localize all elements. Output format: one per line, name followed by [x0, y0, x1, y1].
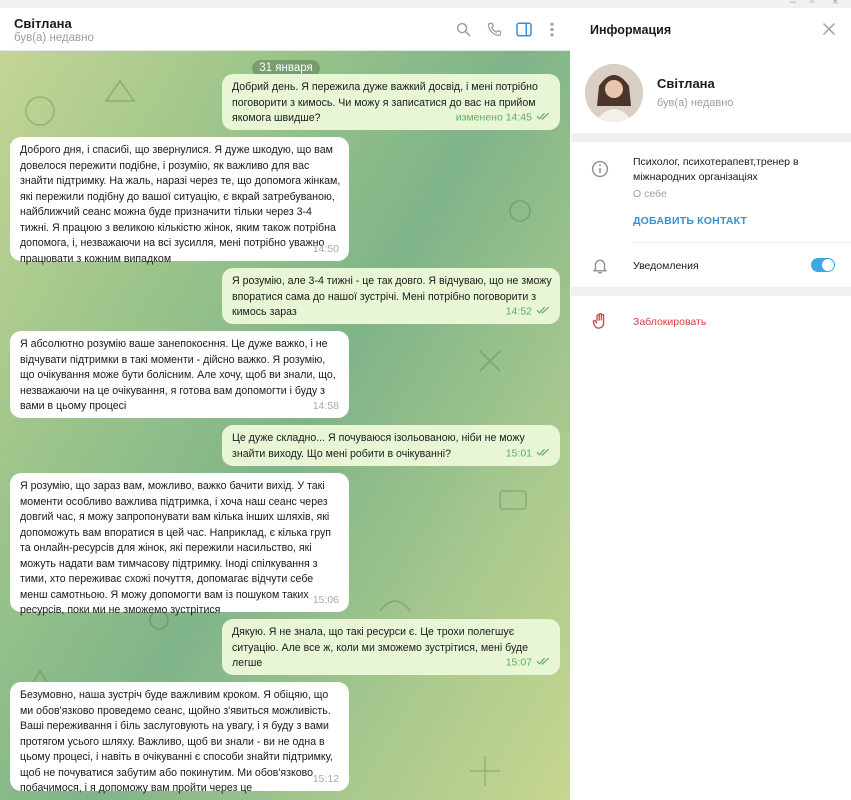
message-bubble-outgoing[interactable]: Це дуже складно... Я почуваюся ізольован… — [222, 425, 560, 466]
message-meta: 15:07 — [506, 655, 550, 671]
close-icon[interactable] — [821, 21, 837, 37]
sidebar-toggle-icon[interactable] — [515, 20, 533, 38]
chat-contact-name[interactable]: Світлана — [14, 16, 72, 31]
profile-name: Світлана — [657, 76, 715, 91]
message-bubble-incoming[interactable]: Доброго дня, і спасибі, що звернулися. Я… — [10, 137, 349, 265]
message-time: 15:01 — [505, 447, 532, 460]
info-panel: Информация Світлана був(а) недавно Психо… — [571, 8, 851, 800]
message-list[interactable]: 31 января Добрий день. Я пережила дуже в… — [0, 51, 570, 800]
phone-icon[interactable] — [485, 20, 503, 38]
message-meta: изменено 14:45 — [456, 110, 550, 126]
add-contact-button[interactable]: ДОБАВИТЬ КОНТАКТ — [633, 215, 747, 227]
message-time: 14:52 — [505, 305, 532, 318]
message-bubble-incoming[interactable]: Я розумію, що зараз вам, можливо, важко … — [10, 473, 349, 616]
notifications-label: Уведомления — [633, 260, 699, 272]
message-meta: 15:01 — [506, 446, 550, 462]
message-text: Я розумію, що зараз вам, можливо, важко … — [20, 480, 332, 616]
message-text: Дякую. Я не знала, що такі ресурси є. Це… — [232, 626, 528, 669]
search-icon[interactable] — [454, 20, 472, 38]
message-text: Я абсолютно розумію ваше занепокоєння. Ц… — [20, 338, 336, 412]
message-text: Це дуже складно... Я почуваюся ізольован… — [232, 432, 525, 460]
message-text: Безумовно, наша зустріч буде важливим кр… — [20, 689, 333, 794]
block-user-button[interactable]: Заблокировать — [633, 316, 706, 328]
section-divider — [571, 287, 851, 296]
message-time: изменено 14:45 — [455, 111, 532, 124]
avatar[interactable] — [585, 64, 643, 122]
message-bubble-outgoing[interactable]: Я розумію, але 3-4 тижні - це так довго.… — [222, 268, 560, 324]
minimize-icon[interactable]: – — [790, 0, 796, 8]
message-time: 15:07 — [505, 656, 532, 669]
message-bubble-outgoing[interactable]: Дякую. Я не знала, що такі ресурси є. Це… — [222, 619, 560, 675]
double-check-icon — [536, 304, 550, 320]
double-check-icon — [536, 446, 550, 462]
bell-icon — [591, 257, 609, 275]
profile-status: був(а) недавно — [657, 97, 734, 109]
window-close-icon[interactable]: × — [832, 0, 838, 8]
message-time: 14:50 — [312, 242, 339, 255]
message-meta: 14:52 — [506, 304, 550, 320]
message-bubble-incoming[interactable]: Безумовно, наша зустріч буде важливим кр… — [10, 682, 349, 794]
message-text: Доброго дня, і спасибі, що звернулися. Я… — [20, 144, 341, 265]
maximize-icon[interactable]: ▫ — [810, 0, 814, 8]
window-titlebar: – ▫ × — [0, 0, 851, 8]
bio-caption: О себе — [633, 188, 667, 200]
message-text: Я розумію, але 3-4 тижні - це так довго.… — [232, 275, 552, 318]
message-bubble-incoming[interactable]: Я абсолютно розумію ваше занепокоєння. Ц… — [10, 331, 349, 418]
divider — [633, 242, 851, 243]
profile-bio: Психолог, психотерапевт,тренер в міжнаро… — [633, 156, 799, 183]
chat-header: Світлана був(а) недавно — [0, 8, 570, 51]
message-time: 15:12 — [312, 772, 339, 785]
section-divider — [571, 133, 851, 142]
notifications-toggle[interactable] — [811, 258, 835, 272]
info-panel-title: Информация — [590, 23, 672, 37]
double-check-icon — [536, 655, 550, 671]
message-bubble-outgoing[interactable]: Добрий день. Я пережила дуже важкий досв… — [222, 74, 560, 130]
more-icon[interactable] — [543, 20, 561, 38]
chat-panel: Світлана був(а) недавно 31 января Добрий… — [0, 8, 570, 800]
message-time: 14:58 — [312, 399, 339, 412]
chat-contact-status: був(а) недавно — [14, 32, 94, 44]
toggle-knob — [822, 259, 834, 271]
double-check-icon — [536, 110, 550, 126]
info-icon — [591, 160, 609, 178]
block-hand-icon — [591, 312, 609, 330]
message-time: 15:06 — [312, 593, 339, 606]
